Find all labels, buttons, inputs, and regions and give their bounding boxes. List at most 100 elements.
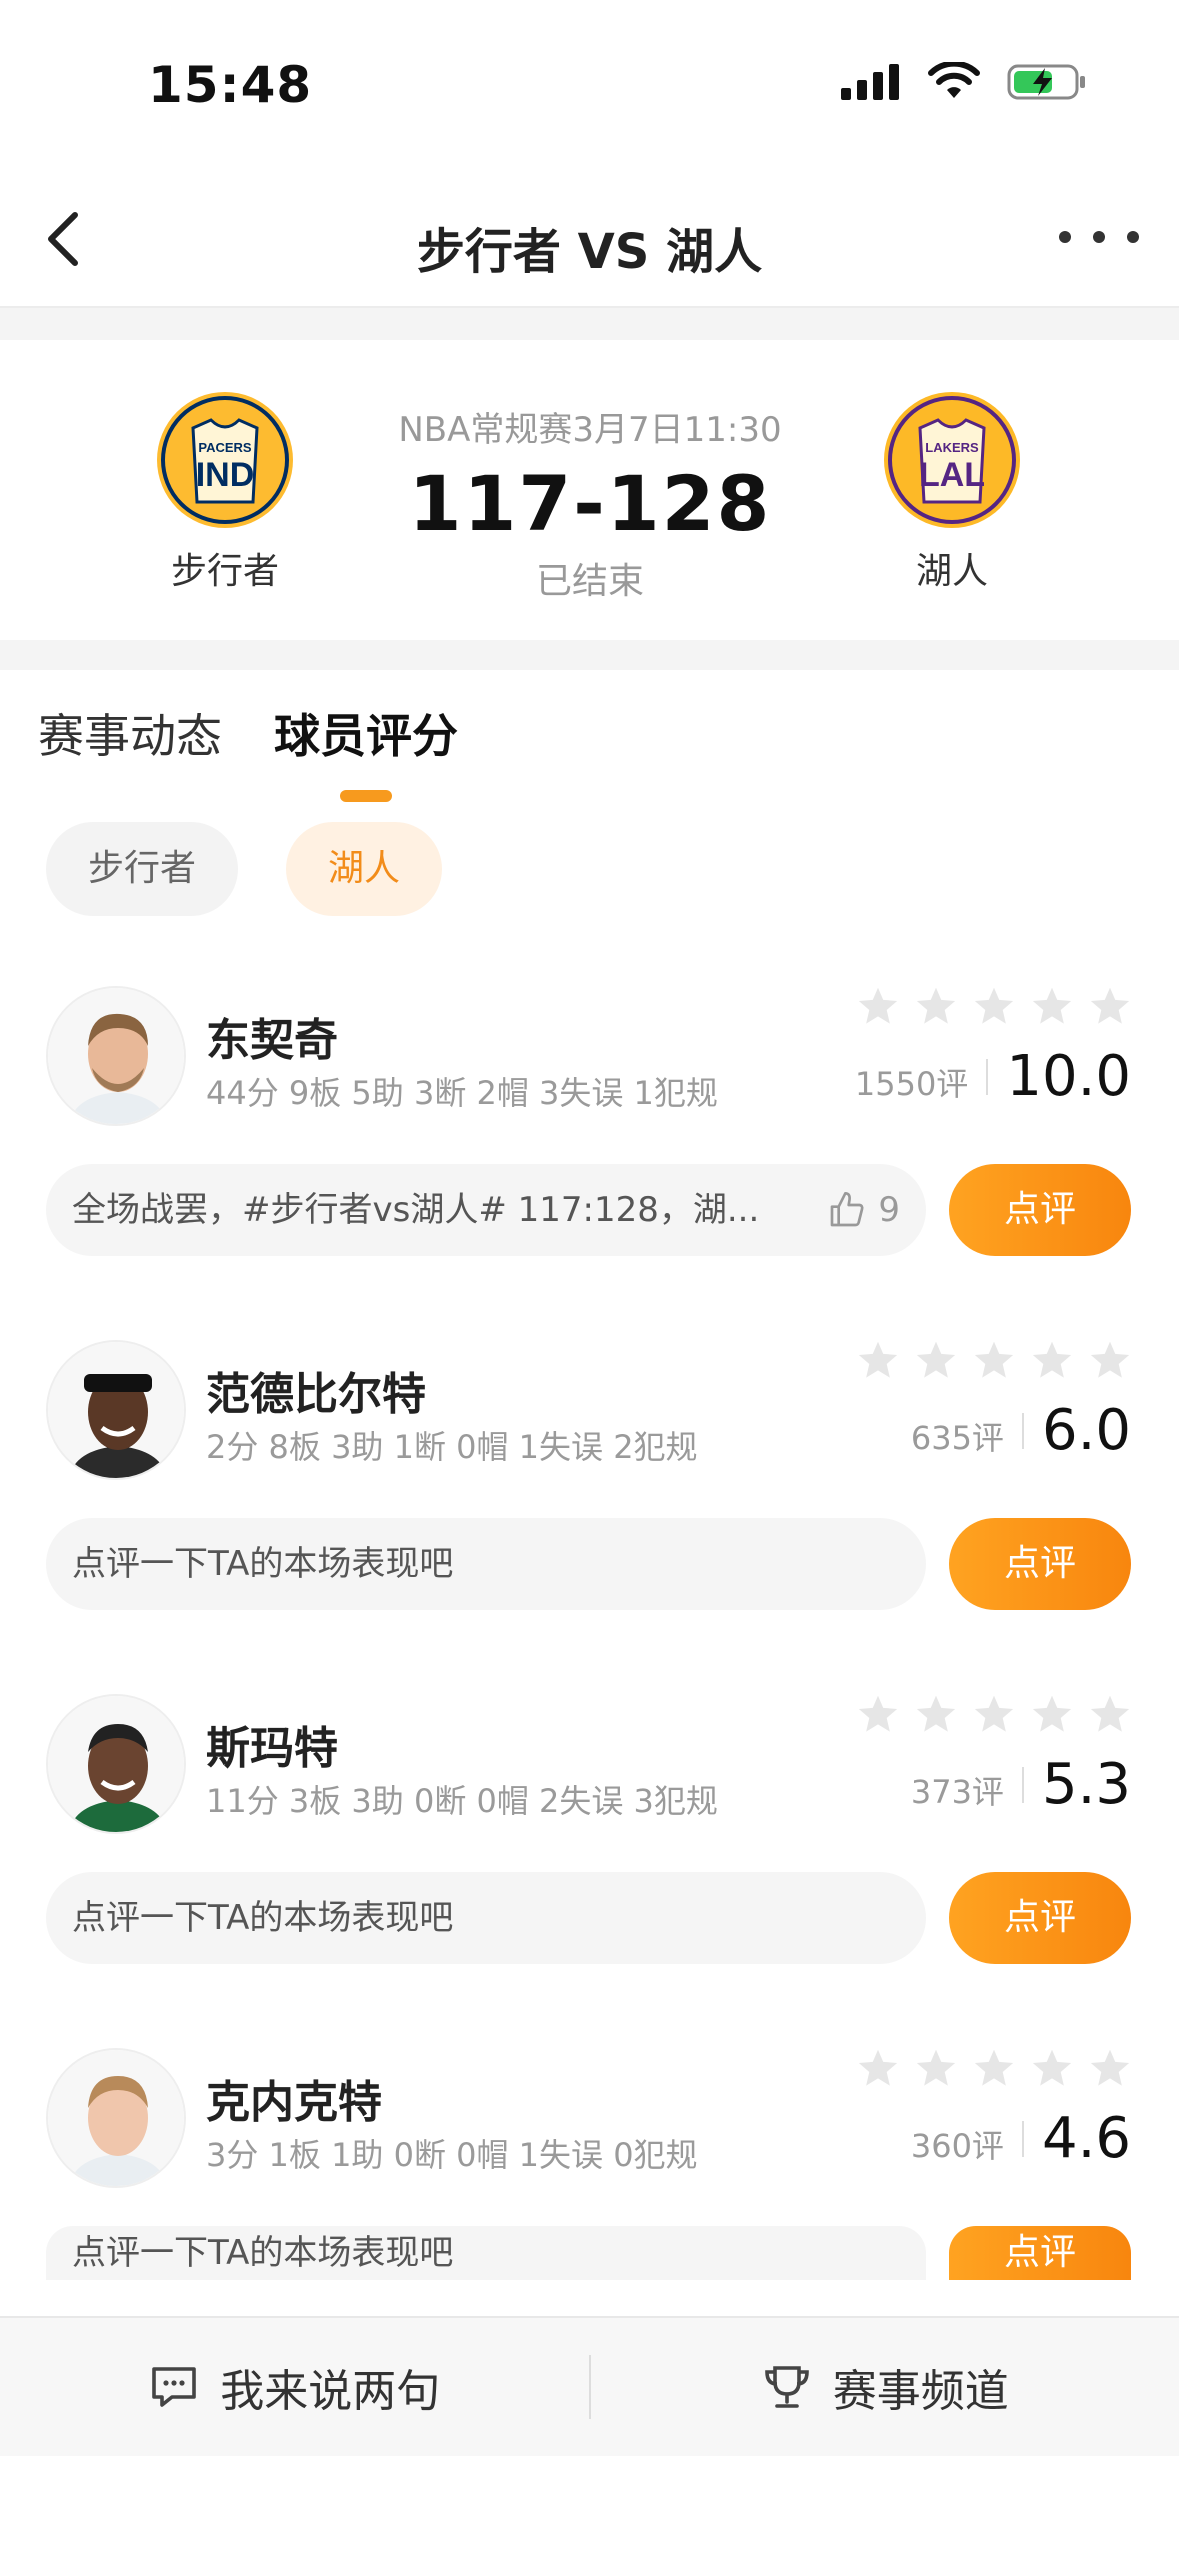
more-dot-icon [1059,231,1071,243]
comment-placeholder: 点评一下TA的本场表现吧 [72,1898,454,1938]
player-stats: 44分 9板 5助 3断 2帽 3失误 1犯规 [206,1074,718,1112]
review-button[interactable]: 点评 [949,2226,1131,2280]
write-comment-label: 我来说两句 [220,2366,441,2417]
comment-icon [152,2367,197,2407]
player-card: 东契奇 44分 9板 5助 3断 2帽 3失误 1犯规 1550评 10.0 全… [0,986,1179,1286]
player-avatar[interactable] [46,986,186,1126]
match-info: NBA常规赛3月7日11:30 117-128 已结束 [340,402,840,604]
star-rating[interactable] [857,986,1131,1026]
star-rating[interactable] [857,1694,1131,1734]
match-card: PACERS IND 步行者 NBA常规赛3月7日11:30 117-128 已… [0,340,1179,640]
rating-count: 635评 [910,1419,1004,1457]
rating-score: 6.0 [1041,1398,1131,1463]
comment-input[interactable]: 点评一下TA的本场表现吧 [46,1872,926,1964]
rating-divider [1021,1412,1024,1449]
home-team[interactable]: PACERS IND 步行者 [125,390,325,594]
lakers-logo-text: LAL [919,456,985,494]
star-rating[interactable] [857,2048,1131,2088]
team-filter-group: 步行者 湖人 [46,822,443,916]
player-avatar[interactable] [46,1340,186,1480]
like-button[interactable]: 9 [826,1164,900,1256]
match-channel-button[interactable]: 赛事频道 [591,2355,1179,2419]
more-dot-icon [1093,231,1105,243]
review-button[interactable]: 点评 [949,1872,1131,1964]
thumbs-up-icon [831,1192,864,1227]
player-stats: 2分 8板 3助 1断 0帽 1失误 2犯规 [206,1428,698,1466]
player-photo-icon [48,988,184,1124]
star-icon [916,987,956,1024]
star-icon [1090,2049,1130,2086]
star-icon [1032,1341,1072,1378]
match-channel-label: 赛事频道 [832,2366,1009,2417]
player-name: 东契奇 [206,1015,338,1066]
player-photo-icon [48,2050,184,2186]
player-card: 范德比尔特 2分 8板 3助 1断 0帽 1失误 2犯规 635评 6.0 点评… [0,1340,1179,1640]
player-name: 范德比尔特 [206,1369,426,1420]
rating-count: 360评 [910,2127,1004,2165]
rating-divider [1021,2120,1024,2157]
rating-count: 1550评 [854,1065,969,1103]
star-icon [916,1341,956,1378]
star-rating[interactable] [857,1340,1131,1380]
player-stats: 3分 1板 1助 0断 0帽 1失误 0犯规 [206,2136,698,2174]
tab-match-events[interactable]: 赛事动态 [38,700,222,802]
away-team[interactable]: LAKERS LAL 湖人 [852,390,1052,594]
pacers-logo-text: IND [196,456,255,494]
tab-player-ratings[interactable]: 球员评分 [274,700,458,802]
home-indicator-area [0,2456,1179,2556]
filter-chip-lakers[interactable]: 湖人 [286,822,443,916]
star-icon [1032,987,1072,1024]
more-button[interactable] [1059,212,1139,262]
match-score: 117-128 [408,459,772,548]
player-photo-icon [48,1342,184,1478]
comment-placeholder: 点评一下TA的本场表现吧 [72,2233,454,2273]
tab-label: 赛事动态 [38,709,222,763]
player-avatar[interactable] [46,1694,186,1834]
player-name: 克内克特 [206,2077,382,2128]
tab-label: 球员评分 [274,709,458,763]
star-icon [858,1341,898,1378]
like-count: 9 [878,1190,900,1230]
tab-bar: 赛事动态 球员评分 [38,700,458,802]
rating-score: 4.6 [1041,2106,1131,2171]
star-icon [916,1695,956,1732]
wifi-icon [928,62,980,98]
status-time: 15:48 [148,56,313,114]
review-button[interactable]: 点评 [949,1518,1131,1610]
star-icon [916,2049,956,2086]
match-status: 已结束 [535,561,644,602]
star-icon [1090,1695,1130,1732]
star-icon [858,1695,898,1732]
comment-input[interactable]: 点评一下TA的本场表现吧 [46,1518,926,1610]
filter-chip-pacers[interactable]: 步行者 [46,822,239,916]
rating-summary: 635评 6.0 [911,1398,1131,1463]
more-dot-icon [1127,231,1139,243]
page-title: 步行者 VS 湖人 [416,224,763,280]
bottom-action-bar: 我来说两句 赛事频道 [0,2316,1179,2456]
rating-score: 10.0 [1006,1044,1131,1109]
home-team-name: 步行者 [170,551,279,592]
star-icon [974,2049,1014,2086]
status-bar: 15:48 [0,0,1179,170]
comment-placeholder: 点评一下TA的本场表现吧 [72,1544,454,1584]
away-team-name: 湖人 [915,551,988,592]
player-name: 斯玛特 [206,1723,338,1774]
cellular-signal-icon [841,64,899,100]
rating-count: 373评 [910,1773,1004,1811]
content-panel: 赛事动态 球员评分 步行者 湖人 东契奇 44分 9板 5助 3断 2帽 3失误… [0,670,1179,2316]
trophy-icon [764,2366,809,2408]
star-icon [1090,987,1130,1024]
rating-score: 5.3 [1041,1752,1131,1817]
star-icon [1090,1341,1130,1378]
lakers-logo-icon: LAKERS LAL [884,392,1020,528]
player-card: 克内克特 3分 1板 1助 0断 0帽 1失误 0犯规 360评 4.6 点评一… [0,2048,1179,2348]
comment-input[interactable]: 点评一下TA的本场表现吧 [46,2226,926,2280]
player-avatar[interactable] [46,2048,186,2188]
pacers-logo-icon: PACERS IND [157,392,293,528]
write-comment-button[interactable]: 我来说两句 [0,2355,589,2419]
rating-summary: 360评 4.6 [911,2106,1131,2171]
rating-summary: 373评 5.3 [911,1752,1131,1817]
player-card: 斯玛特 11分 3板 3助 0断 0帽 2失误 3犯规 373评 5.3 点评一… [0,1694,1179,1994]
comment-preview[interactable]: 全场战罢，#步行者vs湖人# 117:128，湖... 9 [46,1164,926,1256]
review-button[interactable]: 点评 [949,1164,1131,1256]
